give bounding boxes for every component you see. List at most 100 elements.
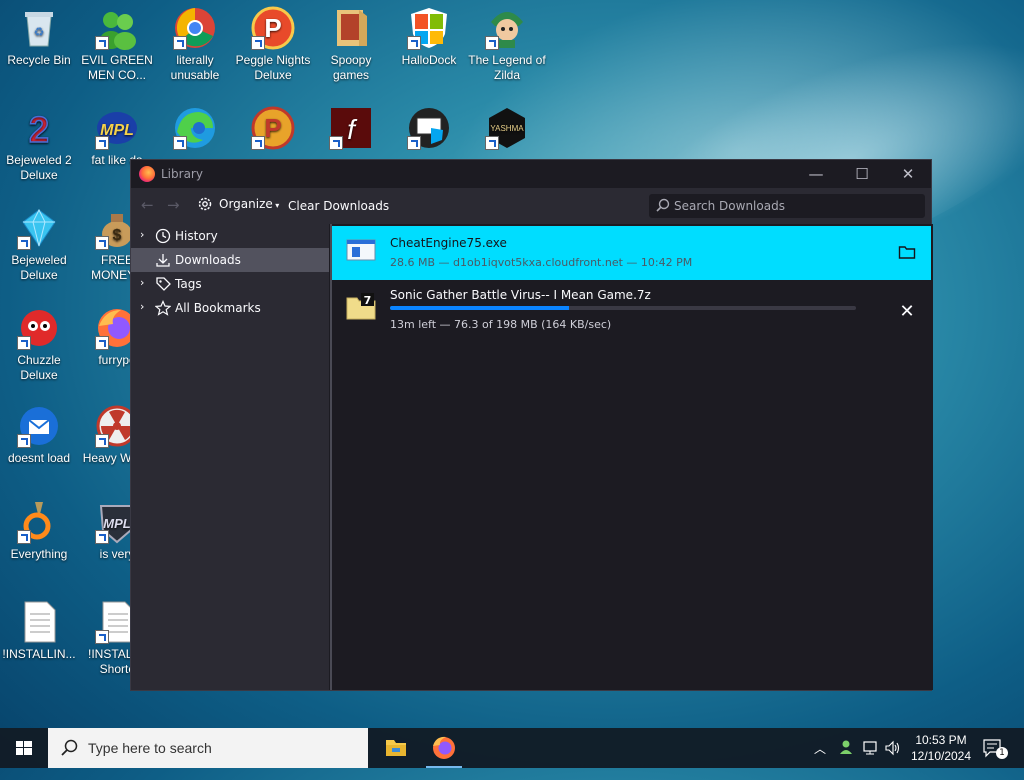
search-downloads-input[interactable]: Search Downloads [649,194,925,218]
start-button[interactable] [0,728,48,768]
network-icon[interactable] [862,739,880,779]
desktop-icon-bejeweled[interactable]: Bejeweled Deluxe [0,206,78,283]
cancel-download-button[interactable]: ✕ [895,300,919,324]
windows-logo-icon [16,741,32,755]
organize-label: Organize [219,197,273,211]
svg-text:MPL: MPL [103,516,131,531]
desktop-icon-flash[interactable]: f [312,106,390,153]
star-icon [154,300,172,316]
shortcut-arrow-icon [407,36,421,50]
sidebar-item-label: History [175,229,218,243]
desktop-icon-label: Peggle Nights Deluxe [235,53,311,82]
desktop-icon-legend-of-zilda[interactable]: The Legend of Zilda [468,6,546,83]
shortcut-arrow-icon [95,630,109,644]
shortcut-arrow-icon [251,36,265,50]
desktop-icon-peggle[interactable]: P Peggle Nights Deluxe [234,6,312,83]
shortcut-arrow-icon [95,434,109,448]
desktop-icon-label: Chuzzle Deluxe [17,353,61,382]
desktop-icon-evil-green-men[interactable]: EVIL GREEN MEN CO... [78,6,156,83]
taskbar-search-placeholder: Type here to search [88,740,212,756]
chuzzle-icon [17,306,61,350]
desktop-icon-label: literally unusable [170,53,220,82]
forward-arrow-icon[interactable]: → [167,196,180,214]
people-icon[interactable] [838,738,856,778]
svg-text:P: P [264,113,281,143]
people-icon [95,6,139,50]
sidebar-item-downloads[interactable]: Downloads [131,248,329,272]
windows-shield-icon [407,6,451,50]
magnifier-icon [17,500,61,544]
desktop-icon-label: Bejeweled 2 Deluxe [6,153,72,182]
download-item-sonic-gather[interactable]: 7 Sonic Gather Battle Virus-- I Mean Gam… [332,282,931,336]
shortcut-arrow-icon [407,136,421,150]
maximize-button[interactable]: ☐ [839,160,885,188]
desktop-icon-doesnt-load[interactable]: doesnt load [0,404,78,466]
desktop-icon-label: HalloDock [401,53,457,67]
desktop-icon-label: doesnt load [7,451,71,465]
svg-text:7: 7 [364,294,372,307]
sidebar-item-label: Downloads [175,253,241,267]
sidebar-item-label: Tags [175,277,202,291]
close-button[interactable]: ✕ [885,160,931,188]
sidebar-item-all-bookmarks[interactable]: › All Bookmarks [131,296,329,320]
chevron-up-icon[interactable]: ︿ [814,740,826,780]
shortcut-arrow-icon [173,36,187,50]
desktop-icon-everything[interactable]: Everything [0,500,78,562]
gem-icon [17,206,61,250]
sidebar-item-history[interactable]: › History [131,224,329,248]
mpl-logo-icon: MPL [95,106,139,150]
desktop-icon-edge[interactable] [156,106,234,153]
minimize-button[interactable]: — [793,160,839,188]
taskbar-clock[interactable]: 10:53 PM 12/10/2024 [906,732,976,764]
desktop-icon-recycle-bin[interactable]: ♻ Recycle Bin [0,6,78,68]
desktop-icon-installing[interactable]: !INSTALLIN... [0,600,78,662]
desktop-icon-label: EVIL GREEN MEN CO... [81,53,153,82]
desktop-icon-settings-shortcut[interactable] [390,106,468,153]
taskbar-firefox[interactable] [420,728,468,768]
chevron-right-icon[interactable]: › [140,228,144,241]
desktop-icon-peggle-2[interactable]: P [234,106,312,153]
archive-7z-icon: 7 [346,292,376,320]
desktop-icon-bejeweled-2[interactable]: 2 Bejeweled 2 Deluxe [0,106,78,183]
peggle-icon: P [251,106,295,150]
show-in-folder-button[interactable] [895,240,919,264]
shortcut-arrow-icon [95,530,109,544]
desktop-icon-chuzzle[interactable]: Chuzzle Deluxe [0,306,78,383]
yashma-icon: YASHMA [485,106,529,150]
shortcut-arrow-icon [17,530,31,544]
shortcut-arrow-icon [17,236,31,250]
download-status: 28.6 MB — d1ob1iqvot5kxa.cloudfront.net … [390,256,693,269]
title-bar[interactable]: Library — ☐ ✕ [131,160,931,188]
notification-center-button[interactable]: 1 [982,738,1008,759]
desktop-icon-chrome[interactable]: literally unusable [156,6,234,83]
download-item-cheatengine[interactable]: CheatEngine75.exe 28.6 MB — d1ob1iqvot5k… [332,226,931,280]
svg-text:$: $ [113,227,122,244]
taskbar: Type here to search ︿ 10:53 PM 12/10/202… [0,728,1024,768]
download-filename: Sonic Gather Battle Virus-- I Mean Game.… [390,288,651,302]
desktop-icon-yashma[interactable]: YASHMA [468,106,546,153]
peggle-icon: P [251,6,295,50]
sidebar-item-label: All Bookmarks [175,301,261,315]
sidebar-item-tags[interactable]: › Tags [131,272,329,296]
desktop-icon-label: The Legend of Zilda [468,53,546,82]
search-placeholder: Search Downloads [674,199,785,213]
download-icon [155,252,171,268]
shortcut-arrow-icon [485,36,499,50]
desktop-icon-label: Everything [10,547,68,561]
download-progress-fill [390,306,570,310]
desktop-icon-hallodock[interactable]: HalloDock [390,6,468,68]
chevron-right-icon[interactable]: › [140,276,144,289]
window-title: Library [161,167,203,181]
back-arrow-icon[interactable]: ← [141,196,154,214]
organize-button[interactable]: Organize ▾ [219,197,279,211]
taskbar-search-input[interactable]: Type here to search [48,728,368,768]
taskbar-file-explorer[interactable] [372,728,420,768]
clear-downloads-button[interactable]: Clear Downloads [288,199,389,213]
chrome-icon [173,6,217,50]
volume-icon[interactable] [884,739,902,779]
toolbar: ← → Organize ▾ Clear Downloads Search Do… [131,188,931,224]
chevron-right-icon[interactable]: › [140,300,144,313]
desktop-icon-label: Spoopy games [330,53,372,82]
sidebar: › History Downloads › Tags › All Bookmar… [131,224,329,690]
desktop-icon-spoopy-games[interactable]: Spoopy games [312,6,390,83]
